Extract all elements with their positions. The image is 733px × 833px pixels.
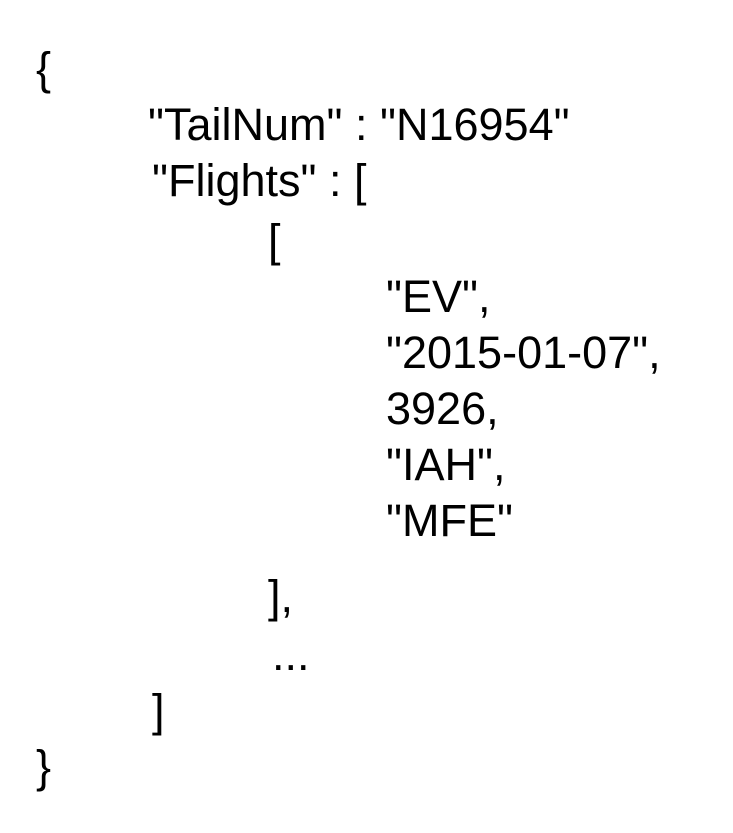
outer-array-close: ] bbox=[152, 685, 165, 736]
inner-array-close: ], bbox=[268, 571, 294, 622]
open-brace: { bbox=[36, 43, 52, 94]
flight-value-origin: "IAH", bbox=[386, 439, 506, 490]
close-brace: } bbox=[36, 741, 52, 792]
tailnum-line: "TailNum" : "N16954" bbox=[148, 99, 570, 150]
inner-array-open: [ bbox=[268, 215, 281, 266]
flight-value-carrier: "EV", bbox=[386, 271, 491, 322]
flight-value-date: "2015-01-07", bbox=[386, 327, 661, 378]
flights-line: "Flights" : [ bbox=[152, 155, 367, 206]
ellipsis: ... bbox=[272, 629, 310, 680]
flight-value-number: 3926, bbox=[386, 383, 499, 434]
flight-value-destination: "MFE" bbox=[386, 495, 513, 546]
